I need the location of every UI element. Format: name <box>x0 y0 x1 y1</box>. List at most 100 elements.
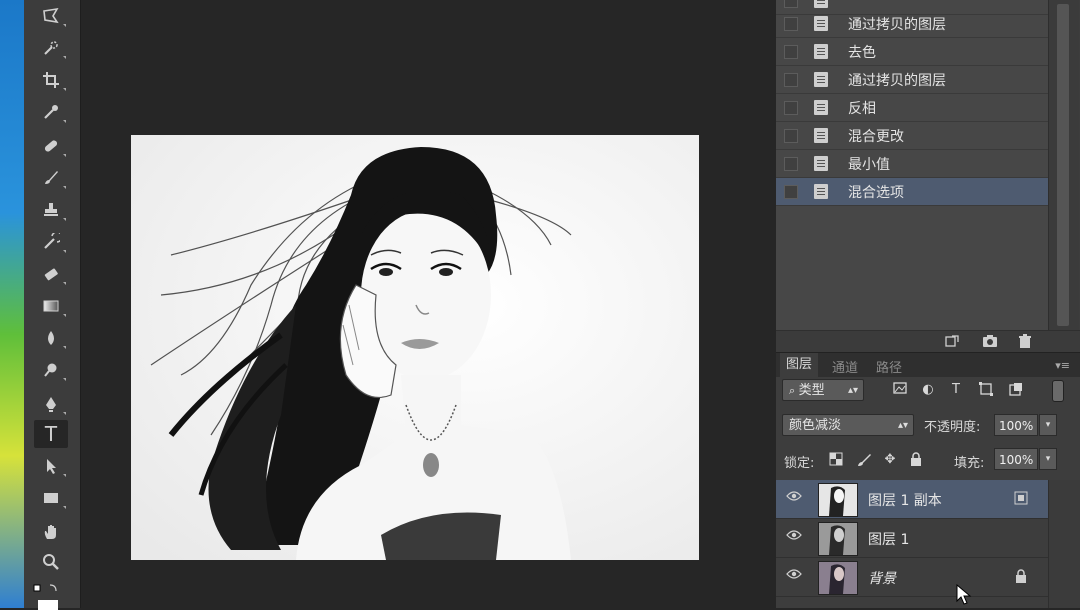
filter-type-label: 类型 <box>798 383 825 398</box>
lock-icon <box>1014 569 1028 583</box>
smart-object-filter-icon[interactable] <box>1008 382 1024 398</box>
eyedropper-tool-icon[interactable] <box>34 98 68 126</box>
blend-mode-value: 颜色减淡 <box>789 418 842 433</box>
layer-name[interactable]: 图层 1 副本 <box>868 490 942 510</box>
type-layer-filter-icon[interactable]: T <box>948 382 964 398</box>
lock-label: 锁定: <box>784 456 815 471</box>
layers-panel-tabs: 图层 通道 路径 ▾≡ <box>776 352 1080 377</box>
new-document-from-state-icon[interactable] <box>944 334 960 348</box>
history-state-icon <box>814 44 828 59</box>
history-snapshot-checkbox[interactable] <box>784 72 798 87</box>
history-state-icon <box>814 184 828 199</box>
history-item[interactable]: 反相 <box>776 94 1048 122</box>
lock-all-icon[interactable] <box>908 452 924 468</box>
clone-stamp-tool-icon[interactable] <box>34 196 68 224</box>
zoom-tool-icon[interactable] <box>34 548 68 576</box>
polygonal-lasso-tool-icon[interactable] <box>34 2 68 30</box>
quick-selection-tool-icon[interactable] <box>34 34 68 62</box>
panel-menu-icon[interactable]: ▾≡ <box>1055 359 1070 372</box>
tools-panel: T <box>24 0 81 610</box>
search-icon: ⌕ <box>789 384 799 397</box>
history-list: 通过拷贝的图层 去色 通过拷贝的图层 反相 混合更改 最小值 混合选项 <box>776 0 1048 330</box>
history-item-label: 混合更改 <box>848 128 904 145</box>
layers-scrollbar[interactable] <box>1048 480 1080 608</box>
layer-row[interactable]: 背景 <box>776 558 1048 597</box>
history-item[interactable]: 通过拷贝的图层 <box>776 10 1048 38</box>
layer-row[interactable]: 图层 1 <box>776 519 1048 558</box>
sketch-portrait-image <box>131 135 699 560</box>
path-selection-tool-icon[interactable] <box>34 452 68 480</box>
eye-icon[interactable] <box>786 568 802 584</box>
camera-icon[interactable] <box>982 334 998 348</box>
lock-transparent-pixels-icon[interactable] <box>828 452 844 468</box>
dodge-tool-icon[interactable] <box>34 356 68 384</box>
history-snapshot-checkbox[interactable] <box>784 44 798 59</box>
history-footer <box>776 330 1080 353</box>
layer-thumbnail <box>818 561 858 595</box>
history-item[interactable]: 混合更改 <box>776 122 1048 150</box>
history-state-icon <box>814 0 828 8</box>
foreground-color-swatch[interactable] <box>38 600 58 610</box>
layer-filter-row: ⌕ 类型 ▴▾ ◐ T <box>776 377 1080 405</box>
history-snapshot-checkbox[interactable] <box>784 128 798 143</box>
opacity-dropdown-button[interactable]: ▾ <box>1039 414 1057 436</box>
hand-tool-icon[interactable] <box>34 518 68 546</box>
history-state-icon <box>814 72 828 87</box>
fill-input[interactable]: 100% <box>994 448 1038 470</box>
history-scroll-thumb[interactable] <box>1057 4 1069 326</box>
shape-layer-filter-icon[interactable] <box>978 382 994 398</box>
spot-healing-brush-tool-icon[interactable] <box>34 132 68 160</box>
lock-position-icon[interactable]: ✥ <box>882 452 898 468</box>
gradient-tool-icon[interactable] <box>34 292 68 320</box>
eye-icon[interactable] <box>786 529 802 545</box>
history-snapshot-checkbox[interactable] <box>784 156 798 171</box>
layer-thumbnail <box>818 483 858 517</box>
layer-row-selected[interactable]: 图层 1 副本 <box>776 480 1048 519</box>
fill-dropdown-button[interactable]: ▾ <box>1039 448 1057 470</box>
history-state-icon <box>814 128 828 143</box>
history-state-icon <box>814 16 828 31</box>
layer-thumbnail <box>818 522 858 556</box>
eraser-tool-icon[interactable] <box>34 260 68 288</box>
layer-name[interactable]: 图层 1 <box>868 529 909 549</box>
blur-tool-icon[interactable] <box>34 324 68 352</box>
history-snapshot-checkbox[interactable] <box>784 184 798 199</box>
trash-icon[interactable] <box>1017 334 1033 348</box>
history-scrollbar[interactable] <box>1048 0 1079 330</box>
fill-label: 填充: <box>954 456 985 471</box>
pen-tool-icon[interactable] <box>34 390 68 418</box>
layer-filter-select[interactable]: ⌕ 类型 ▴▾ <box>782 379 864 401</box>
brush-tool-icon[interactable] <box>34 164 68 192</box>
color-swatches[interactable] <box>32 580 62 610</box>
history-snapshot-checkbox[interactable] <box>784 100 798 115</box>
history-item-label: 通过拷贝的图层 <box>848 16 946 33</box>
eye-icon[interactable] <box>786 490 802 506</box>
tab-paths[interactable]: 路径 <box>876 357 902 376</box>
history-item-label: 通过拷贝的图层 <box>848 72 946 89</box>
history-item[interactable]: 最小值 <box>776 150 1048 178</box>
pixel-layer-filter-icon[interactable] <box>892 382 908 398</box>
document-canvas[interactable] <box>81 0 776 608</box>
layer-name[interactable]: 背景 <box>868 568 896 588</box>
tab-layers[interactable]: 图层 <box>780 353 819 377</box>
history-item[interactable]: 通过拷贝的图层 <box>776 66 1048 94</box>
type-tool-icon[interactable]: T <box>34 420 68 448</box>
history-snapshot-checkbox[interactable] <box>784 0 798 8</box>
opacity-input[interactable]: 100% <box>994 414 1038 436</box>
desktop-background <box>0 0 24 608</box>
tab-channels[interactable]: 通道 <box>832 357 858 376</box>
smart-object-badge-icon <box>1014 491 1028 505</box>
history-snapshot-checkbox[interactable] <box>784 16 798 31</box>
lock-image-pixels-icon[interactable] <box>856 452 872 468</box>
crop-tool-icon[interactable] <box>34 66 68 94</box>
history-item-label: 反相 <box>848 100 876 117</box>
history-item-selected[interactable]: 混合选项 <box>776 178 1048 206</box>
filter-toggle-switch[interactable] <box>1052 380 1064 402</box>
blend-mode-select[interactable]: 颜色减淡 ▴▾ <box>782 414 914 436</box>
adjustment-layer-filter-icon[interactable]: ◐ <box>920 382 936 398</box>
history-item[interactable]: 去色 <box>776 38 1048 66</box>
opacity-label: 不透明度: <box>924 420 981 435</box>
history-brush-tool-icon[interactable] <box>34 228 68 256</box>
history-state-icon <box>814 156 828 171</box>
rectangle-tool-icon[interactable] <box>34 484 68 512</box>
